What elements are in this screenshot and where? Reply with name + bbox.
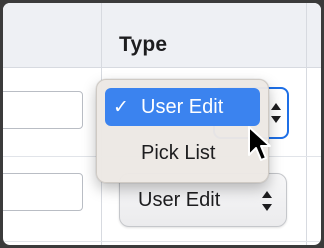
arrow-cursor-icon: [248, 126, 271, 161]
menu-item-label: Pick List: [141, 142, 216, 164]
up-down-chevron-icon: [262, 191, 272, 211]
table-view: Type User Edit ✓ User Edit Pick List: [0, 0, 324, 248]
menu-item-user-edit[interactable]: ✓ User Edit: [105, 88, 260, 126]
up-down-chevron-icon: [271, 103, 281, 123]
name-text-field[interactable]: [3, 91, 83, 129]
menu-item-label: User Edit: [141, 96, 224, 118]
row-divider: [3, 241, 321, 242]
column-divider[interactable]: [306, 3, 307, 245]
column-header-type[interactable]: Type: [119, 33, 167, 57]
table-header-row: Type: [3, 3, 321, 68]
type-select-value: User Edit: [138, 189, 221, 211]
type-popup-menu: ✓ User Edit Pick List: [96, 79, 269, 183]
name-text-field[interactable]: [3, 173, 83, 211]
checkmark-icon: ✓: [113, 96, 129, 118]
menu-item-pick-list[interactable]: Pick List: [105, 134, 260, 172]
